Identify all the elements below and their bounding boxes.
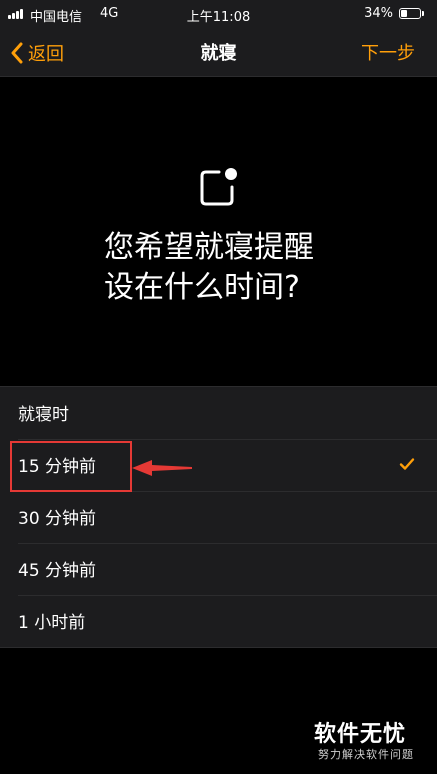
option-row-1-hour[interactable]: 1 小时前 xyxy=(0,595,437,647)
watermark-logo: 软件无忧 努力解决软件问题 xyxy=(304,716,426,764)
option-label: 30 分钟前 xyxy=(18,509,97,529)
back-button[interactable]: 返回 xyxy=(10,37,64,69)
back-label: 返回 xyxy=(28,44,64,65)
prompt-line-1: 您希望就寝提醒 xyxy=(104,230,314,265)
option-row-45-min[interactable]: 45 分钟前 xyxy=(0,543,437,595)
battery-icon xyxy=(399,8,425,20)
option-label: 就寝时 xyxy=(18,405,69,425)
watermark-main-text: 软件无忧 xyxy=(314,722,407,747)
option-label: 45 分钟前 xyxy=(18,561,97,581)
battery-percent: 34% xyxy=(364,6,393,21)
prompt-line-2: 设在什么时间? xyxy=(104,270,300,305)
chevron-left-icon xyxy=(11,42,23,64)
checkmark-icon xyxy=(399,458,415,470)
prompt-heading: 您希望就寝提醒 设在什么时间? xyxy=(104,228,404,308)
status-bar: 中国电信 4G 上午11:08 34% xyxy=(0,0,437,30)
next-button[interactable]: 下一步 xyxy=(361,39,415,65)
annotation-arrow-icon xyxy=(132,460,192,476)
option-row-at-bedtime[interactable]: 就寝时 xyxy=(0,387,437,439)
annotation-highlight-box xyxy=(10,441,132,492)
notification-icon xyxy=(200,168,237,206)
navigation-bar: 返回 就寝 下一步 xyxy=(0,30,437,77)
reminder-options-list: 就寝时 15 分钟前 30 分钟前 45 分钟前 1 小时前 xyxy=(0,386,437,648)
watermark-sub-text: 努力解决软件问题 xyxy=(318,748,414,761)
option-label: 1 小时前 xyxy=(18,613,86,633)
option-row-30-min[interactable]: 30 分钟前 xyxy=(0,491,437,543)
